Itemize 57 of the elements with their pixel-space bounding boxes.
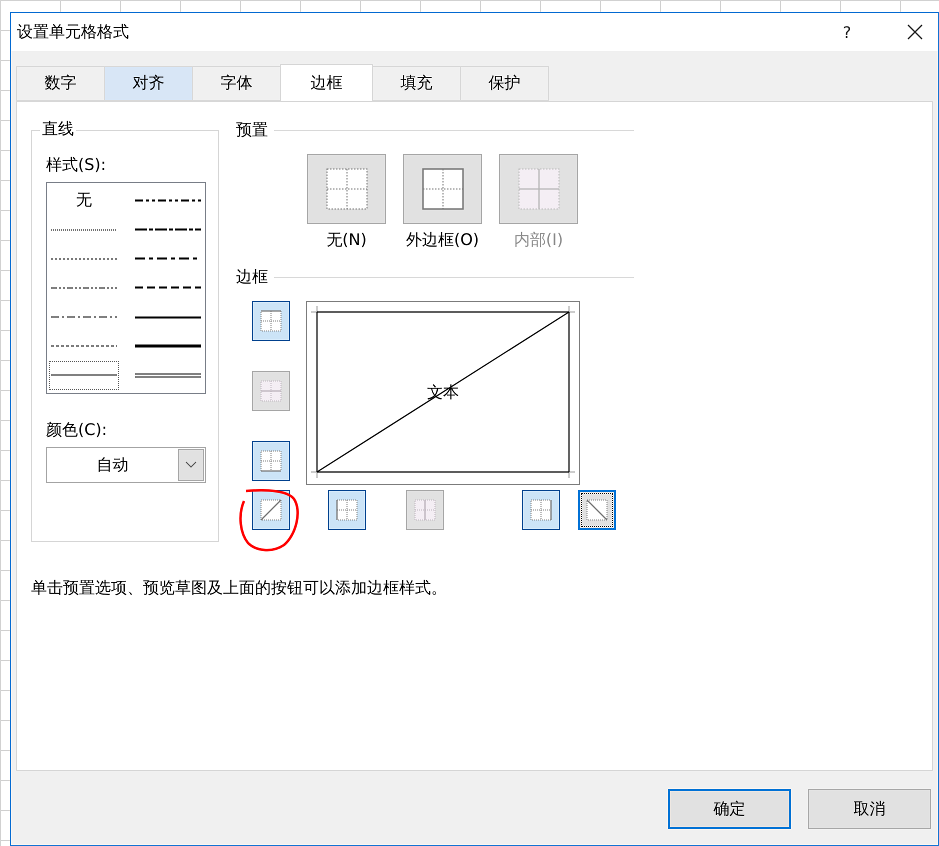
line-style-sample [135,316,201,319]
close-icon [907,24,923,40]
tab[interactable]: 填充 [372,66,461,101]
line-style-sample [135,286,201,290]
preset-label: 外边框(O) [406,230,480,251]
border-toggle-button[interactable] [252,301,290,341]
border-toggle-button[interactable] [522,490,560,530]
line-style-sample [135,372,201,378]
grid-border-icon [260,310,282,332]
preset-button[interactable] [403,154,482,224]
line-style-sample [135,344,201,348]
grid-border-icon [530,499,552,521]
line-style-option[interactable]: 无 [49,186,119,216]
tab[interactable]: 边框 [280,64,373,101]
field-label: 样式(S): [46,155,108,176]
border-preview[interactable]: 文本 [306,301,580,485]
line-style-list[interactable]: 无 [46,182,206,394]
preset-label: 无(N) [326,230,367,251]
tab[interactable]: 对齐 [104,66,193,101]
tab[interactable]: 保护 [460,66,549,101]
grid-border-icon [260,450,282,472]
help-button[interactable]: ? [822,22,872,42]
grid-preset-icon [326,168,368,210]
tab[interactable]: 字体 [192,66,281,101]
tab[interactable]: 数字 [16,66,105,101]
border-toggle-button[interactable] [252,441,290,481]
border-toggle-button[interactable] [252,490,290,530]
border-toggle-button[interactable] [328,490,366,530]
cancel-button[interactable]: 取消 [808,789,931,829]
line-style-sample [135,228,201,232]
line-style-sample [51,374,117,376]
field-label: 颜色(C): [46,420,108,441]
hint-text: 单击预置选项、预览草图及上面的按钮可以添加边框样式。 [31,578,448,599]
preset-label: 内部(I) [514,230,564,251]
grid-border-icon [414,499,436,521]
line-style-sample [51,345,117,348]
preset-button[interactable] [307,154,386,224]
section-title: 预置 [236,120,268,140]
border-toggle-button[interactable] [578,490,616,530]
preview-text: 文本 [427,382,459,404]
color-dropdown[interactable]: 自动 [46,447,206,483]
line-style-sample [51,316,117,318]
line-style-sample [135,199,201,202]
grid-border-icon [336,499,358,521]
chevron-down-icon [185,461,197,469]
section-title: 边框 [236,266,268,288]
diagonal-border-icon [260,499,282,521]
line-style-sample [51,228,117,231]
grid-border-icon [260,380,282,402]
diagonal-border-icon [586,499,608,521]
line-style-sample [51,286,117,289]
ok-button[interactable]: 确定 [668,789,791,829]
grid-preset-icon [518,168,560,210]
line-style-sample [51,258,117,260]
window-title: 设置单元格格式 [17,22,130,42]
grid-preset-icon [422,168,464,210]
line-style-option[interactable] [49,360,119,390]
